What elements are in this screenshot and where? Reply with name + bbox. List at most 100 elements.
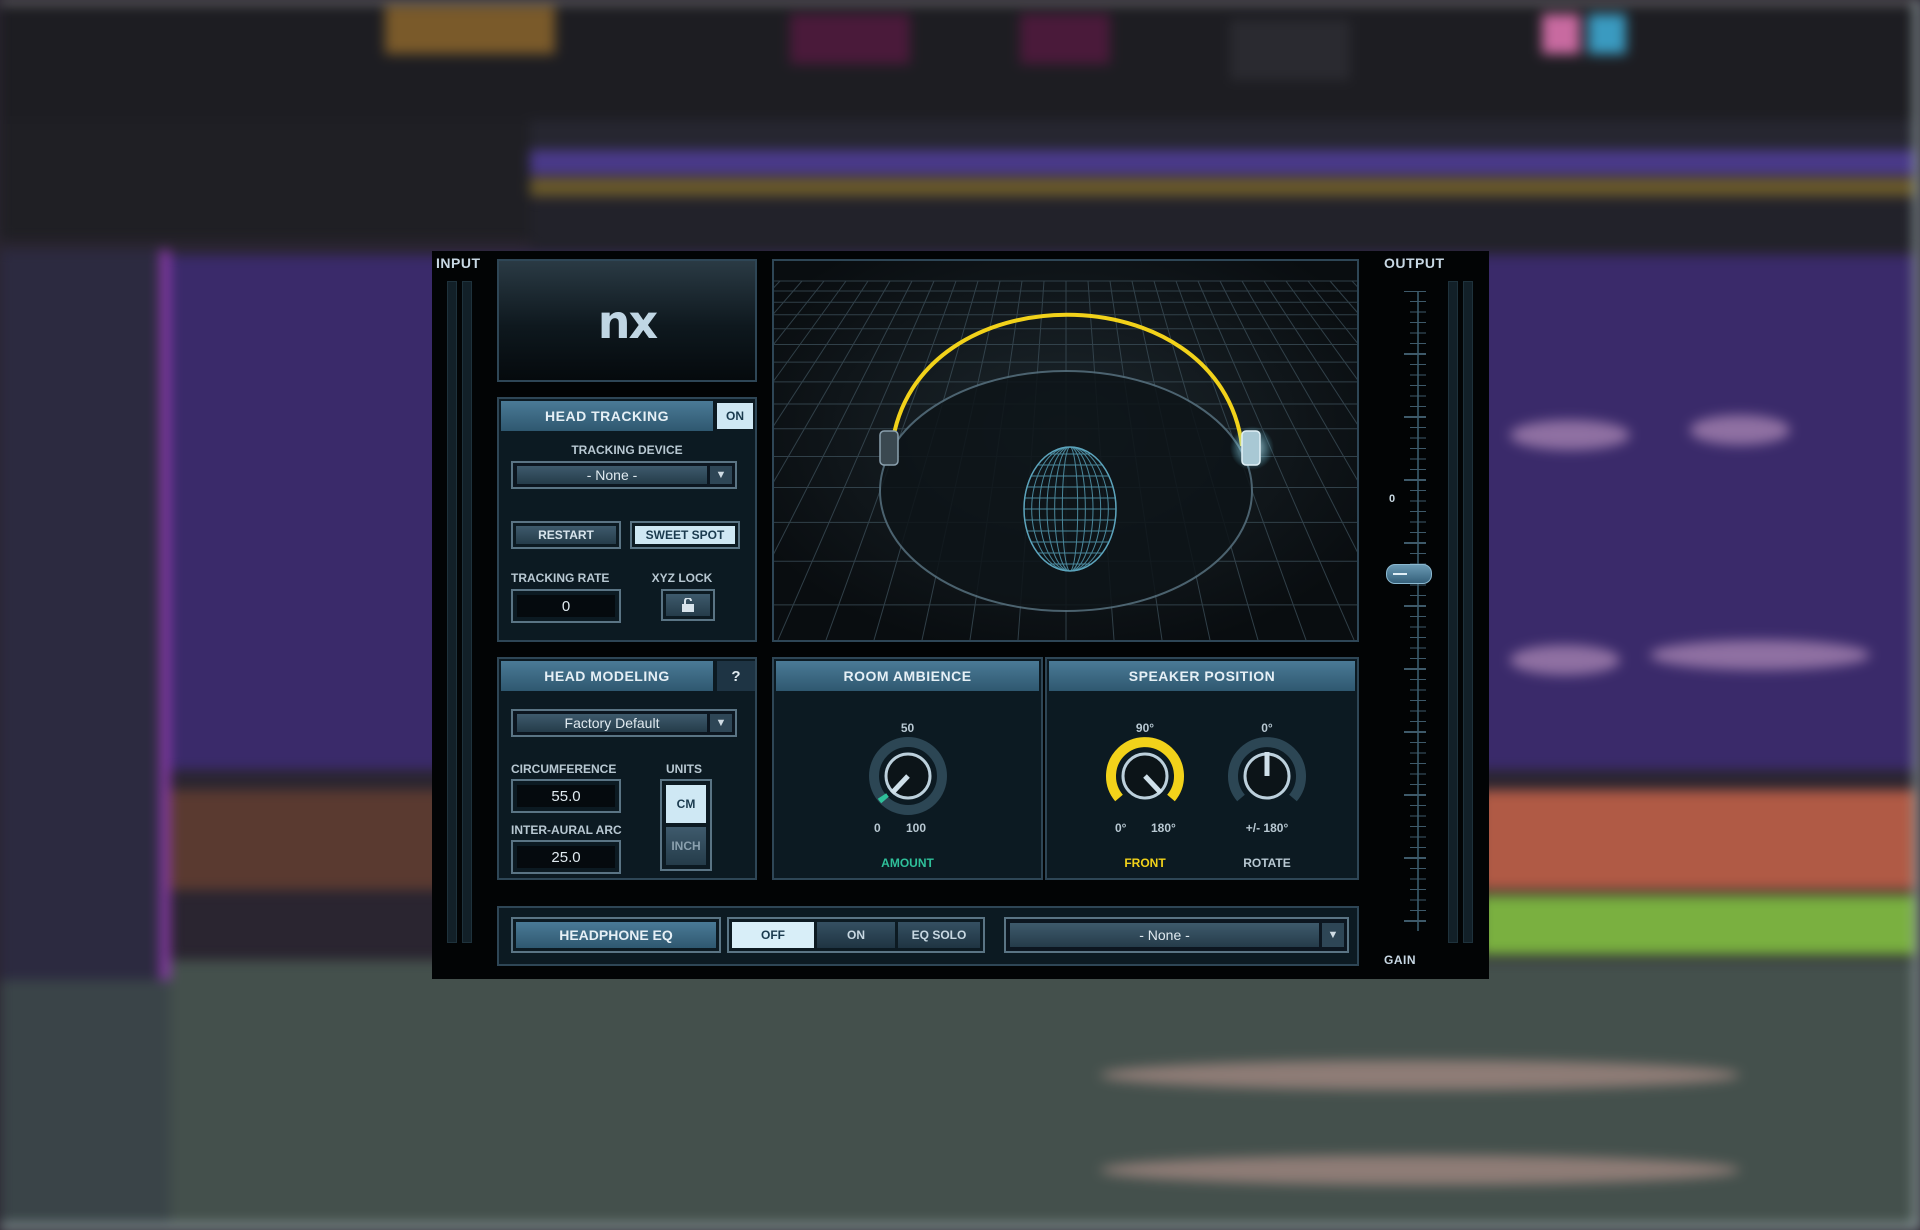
daw-audio-clip [1480, 895, 1920, 955]
circumference-value: 55.0 [517, 785, 615, 807]
window-edge [0, 0, 1920, 4]
speaker-position-title: SPEAKER POSITION [1049, 661, 1355, 691]
unit-inch-button[interactable]: INCH [666, 827, 706, 865]
front-knob[interactable] [1105, 736, 1185, 816]
rotate-top-value: 0° [1261, 721, 1273, 735]
daw-lane [530, 200, 1920, 250]
ambience-max: 100 [906, 821, 927, 835]
ambience-min: 0 [874, 821, 881, 835]
daw-track-color-strip [160, 250, 170, 980]
sweet-spot-button[interactable]: SWEET SPOT [630, 521, 740, 549]
eq-off-button[interactable]: OFF [732, 922, 814, 948]
help-button[interactable]: ? [717, 661, 755, 691]
daw-tempo-display [1020, 14, 1110, 64]
input-meter-left [447, 281, 457, 943]
daw-waveform [1510, 645, 1620, 675]
tracking-rate-label: TRACKING RATE [511, 571, 610, 585]
head-model-value: Factory Default [517, 714, 707, 732]
logo-panel: nx [497, 259, 757, 382]
headphone-eq-preset: - None - [1010, 923, 1319, 947]
eq-on-button[interactable]: ON [817, 922, 895, 948]
headphone-eq-title: HEADPHONE EQ [516, 922, 716, 948]
output-meter-right [1463, 281, 1473, 943]
daw-meter-display [1230, 20, 1350, 80]
ambience-knob[interactable] [868, 736, 948, 816]
chevron-down-icon: ▼ [710, 466, 732, 484]
tracking-device-label: TRACKING DEVICE [571, 443, 683, 457]
sweet-spot-button-label: SWEET SPOT [635, 526, 735, 544]
rotate-knob[interactable] [1227, 736, 1307, 816]
daw-waveform [1100, 1155, 1740, 1185]
input-meter-right [462, 281, 472, 943]
units-selector: CM INCH [660, 779, 712, 871]
output-meter-left [1448, 281, 1458, 943]
daw-arranger-lane [530, 178, 1920, 196]
daw-track-area [170, 960, 1920, 1230]
unit-cm-button[interactable]: CM [666, 785, 706, 823]
daw-toolbar [0, 0, 1920, 120]
nx-logo: nx [597, 295, 658, 349]
headphone-eq-dropdown[interactable]: - None - ▼ [1004, 917, 1349, 953]
daw-waveform [1650, 640, 1870, 670]
inter-aural-arc-label: INTER-AURAL ARC [511, 823, 622, 837]
front-min: 0° [1115, 821, 1127, 835]
daw-waveform [1510, 420, 1630, 450]
circumference-label: CIRCUMFERENCE [511, 762, 617, 776]
daw-tool-button [1588, 14, 1626, 54]
front-label: FRONT [1124, 856, 1166, 870]
units-label: UNITS [666, 762, 702, 776]
output-label: OUTPUT [1384, 255, 1445, 271]
daw-tool-button [1542, 14, 1580, 54]
head-modeling-panel: HEAD MODELING ? Factory Default ▼ CIRCUM… [497, 657, 757, 880]
gain-fader-handle[interactable] [1386, 564, 1432, 584]
tracking-rate-value: 0 [517, 595, 615, 617]
headphone-eq-button[interactable]: HEADPHONE EQ [511, 917, 721, 953]
head-tracking-toggle[interactable]: ON [717, 403, 753, 429]
head-model-dropdown[interactable]: Factory Default ▼ [511, 709, 737, 737]
chevron-down-icon: ▼ [710, 714, 732, 732]
gain-fader-scale [1404, 291, 1426, 931]
tracking-rate-field[interactable]: 0 [511, 589, 621, 623]
gain-scale-zero: 0 [1389, 493, 1396, 505]
daw-transport-block [385, 6, 555, 54]
ambience-amount-label: AMOUNT [881, 856, 934, 870]
daw-audio-clip [1480, 790, 1920, 890]
daw-ruler [530, 120, 1920, 150]
window-edge [1914, 0, 1920, 1230]
eq-solo-button[interactable]: EQ SOLO [898, 922, 980, 948]
tracking-device-value: - None - [517, 466, 707, 484]
restart-button[interactable]: RESTART [511, 521, 621, 549]
xyz-lock-button[interactable] [661, 589, 715, 621]
inter-aural-arc-field[interactable]: 25.0 [511, 840, 621, 874]
head-modeling-title: HEAD MODELING [501, 661, 713, 691]
xyz-lock-label: XYZ LOCK [651, 571, 713, 585]
room-ambience-panel: ROOM AMBIENCE 50 0 100 AMOUNT [772, 657, 1043, 880]
daw-waveform [1100, 1060, 1740, 1090]
daw-track-headers [0, 250, 170, 980]
headphone-eq-panel: HEADPHONE EQ OFF ON EQ SOLO - None - ▼ [497, 906, 1359, 966]
room-ambience-title: ROOM AMBIENCE [776, 661, 1039, 691]
unlock-icon [666, 594, 710, 616]
head-tracking-panel: HEAD TRACKING ON TRACKING DEVICE - None … [497, 397, 757, 642]
head-visualizer[interactable] [772, 259, 1359, 642]
daw-browser [0, 120, 530, 240]
head-tracking-title: HEAD TRACKING [501, 401, 713, 431]
rotate-range: +/- 180° [1245, 821, 1289, 835]
rotate-label: ROTATE [1243, 856, 1291, 870]
inter-aural-arc-value: 25.0 [517, 846, 615, 868]
front-max: 180° [1151, 821, 1176, 835]
visualizer-graphic [774, 261, 1357, 640]
tracking-device-dropdown[interactable]: - None - ▼ [511, 461, 737, 489]
daw-time-display [790, 14, 910, 64]
eq-mode-selector: OFF ON EQ SOLO [727, 917, 985, 953]
front-top-value: 90° [1135, 721, 1155, 735]
chevron-down-icon: ▼ [1322, 923, 1344, 947]
daw-waveform [1690, 415, 1790, 445]
speaker-position-panel: SPEAKER POSITION 90° 0° 180° FRONT 0° +/… [1045, 657, 1359, 880]
restart-button-label: RESTART [516, 526, 616, 544]
gain-label: GAIN [1384, 953, 1416, 967]
ambience-top-value: 50 [900, 721, 915, 735]
input-label: INPUT [436, 255, 481, 271]
circumference-field[interactable]: 55.0 [511, 779, 621, 813]
nx-plugin-window: INPUT OUTPUT 0 GAIN nx HEAD TRACKING ON … [432, 251, 1489, 979]
